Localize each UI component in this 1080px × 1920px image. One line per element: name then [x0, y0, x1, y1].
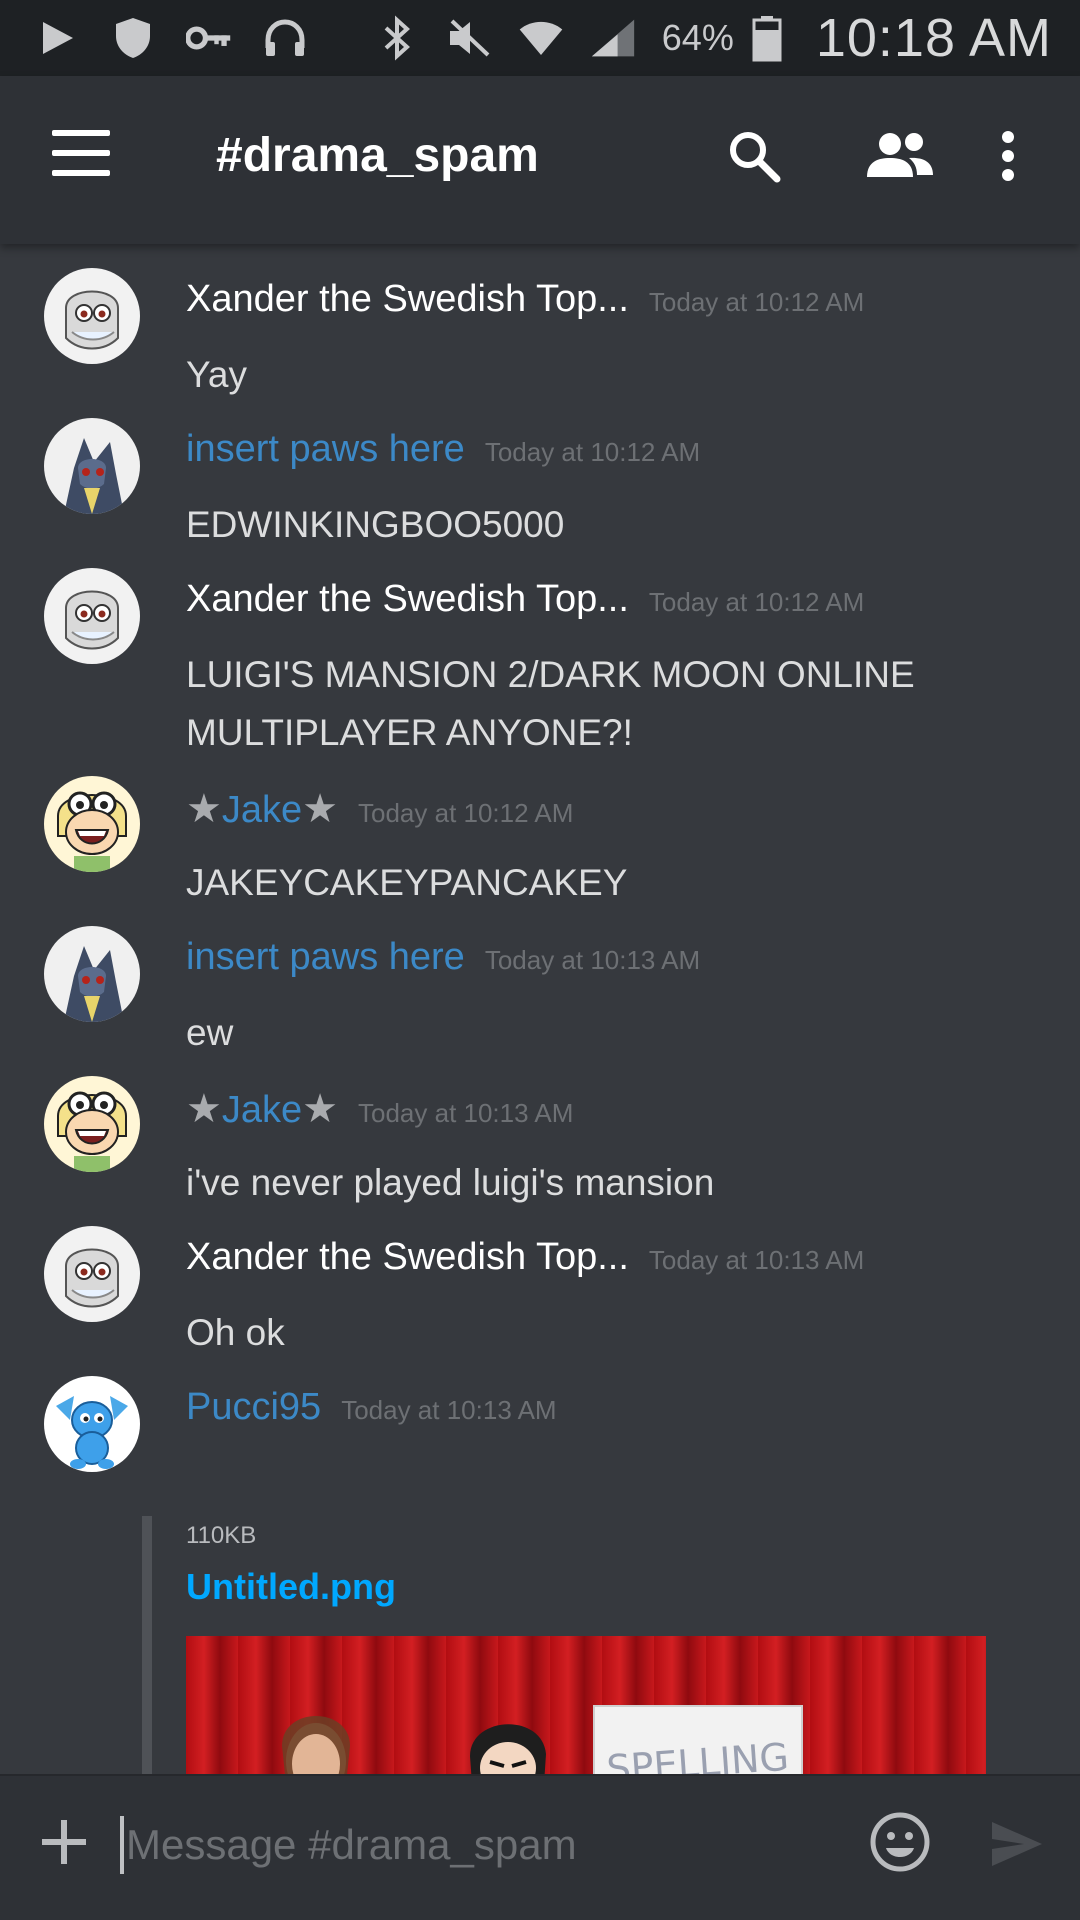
- star-icon: ★: [302, 787, 338, 831]
- author-name[interactable]: insert paws here: [186, 936, 465, 979]
- signal-icon: [590, 15, 636, 61]
- channel-title: #drama_spam: [216, 129, 539, 182]
- attachment-filename-link[interactable]: Untitled.png: [186, 1566, 396, 1608]
- headset-icon: [262, 15, 308, 61]
- message-text: i've never played luigi's mansion: [186, 1162, 715, 1203]
- avatar-jake[interactable]: [44, 1076, 140, 1172]
- message-text: EDWINKINGBOO5000: [186, 504, 565, 545]
- battery-icon: [744, 15, 790, 62]
- avatar-insert-paws[interactable]: [44, 418, 140, 514]
- avatar-insert-paws[interactable]: [44, 926, 140, 1022]
- author-name[interactable]: Xander the Swedish Top...: [186, 1236, 629, 1279]
- attachment-image[interactable]: SPELLING: [186, 1636, 986, 1774]
- timestamp: Today at 10:12 AM: [358, 798, 574, 828]
- battery-percent: 64%: [661, 17, 734, 58]
- message-list[interactable]: Xander the Swedish Top... Today at 10:12…: [0, 244, 1080, 1774]
- clock-time: 10:18 AM: [815, 8, 1052, 68]
- search-icon[interactable]: [714, 116, 794, 196]
- avatar-xander[interactable]: [44, 1226, 140, 1322]
- mute-icon: [446, 15, 492, 61]
- avatar-jake[interactable]: [44, 776, 140, 872]
- wifi-icon: [518, 15, 564, 61]
- text-caret: [120, 1816, 124, 1874]
- timestamp: Today at 10:12 AM: [648, 287, 865, 317]
- embed-accent-bar: [142, 1516, 152, 1774]
- vpn-key-icon: [186, 15, 232, 61]
- timestamp: Today at 10:13 AM: [341, 1395, 557, 1425]
- timestamp: Today at 10:13 AM: [358, 1098, 574, 1128]
- message-text: JAKEYCAKEYPANCAKEY: [186, 862, 628, 903]
- author-name[interactable]: Xander the Swedish Top...: [186, 278, 629, 321]
- star-icon: ★: [186, 787, 222, 831]
- shield-icon: [110, 15, 156, 61]
- message-text: Oh ok: [186, 1312, 285, 1353]
- author-name[interactable]: Pucci95: [186, 1386, 321, 1429]
- author-name[interactable]: Jake: [222, 1089, 302, 1132]
- message-input[interactable]: [126, 1812, 826, 1878]
- author-name[interactable]: Xander the Swedish Top...: [186, 578, 629, 621]
- message-text: Yay: [186, 354, 248, 395]
- timestamp: Today at 10:13 AM: [648, 1245, 865, 1275]
- send-icon[interactable]: [988, 1818, 1044, 1870]
- timestamp: Today at 10:13 AM: [484, 945, 701, 975]
- add-attachment-icon[interactable]: [36, 1814, 92, 1870]
- attachment-size: 110KB: [186, 1522, 257, 1549]
- members-icon[interactable]: [860, 116, 940, 196]
- emoji-icon[interactable]: [868, 1810, 932, 1874]
- timestamp: Today at 10:12 AM: [648, 587, 865, 617]
- status-bar: 64% 10:18 AM: [0, 0, 1080, 76]
- avatar-xander[interactable]: [44, 568, 140, 664]
- bluetooth-icon: [374, 15, 420, 61]
- author-name[interactable]: insert paws here: [186, 428, 465, 471]
- more-vert-icon[interactable]: [968, 116, 1048, 196]
- star-icon: ★: [302, 1087, 338, 1131]
- message-text: LUIGI'S MANSION 2/DARK MOON ONLINE MULTI…: [186, 654, 915, 753]
- author-name[interactable]: Jake: [222, 789, 302, 832]
- play-store-icon: [34, 15, 80, 61]
- message-composer: [0, 1774, 1080, 1920]
- message-text: ew: [186, 1012, 234, 1053]
- channel-header: #drama_spam: [0, 76, 1080, 244]
- menu-icon[interactable]: [52, 130, 112, 190]
- timestamp: Today at 10:12 AM: [484, 437, 701, 467]
- avatar-xander[interactable]: [44, 268, 140, 364]
- star-icon: ★: [186, 1087, 222, 1131]
- avatar-pucci95[interactable]: [44, 1376, 140, 1472]
